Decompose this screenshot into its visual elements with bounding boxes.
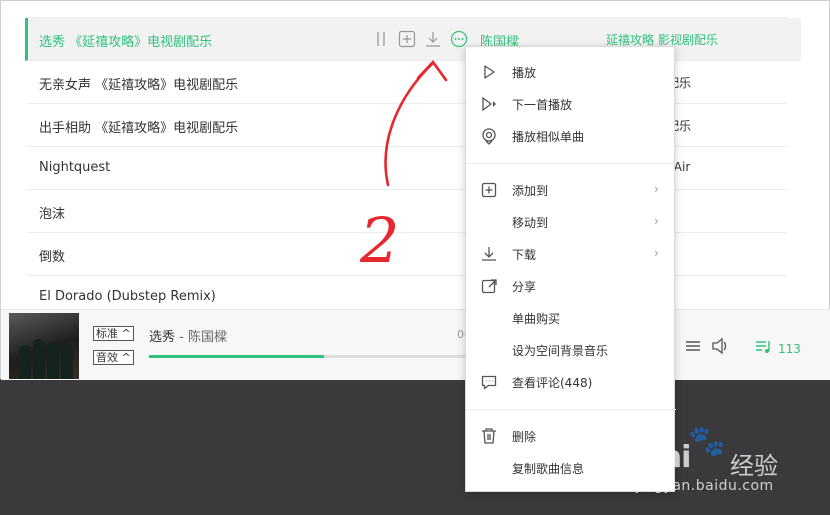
menu-item[interactable]: 查看评论(448) [466, 366, 676, 398]
menu-item-label: 分享 [512, 280, 537, 294]
watermark-url: jingyan.baidu.com [636, 478, 774, 494]
menu-divider [466, 163, 676, 164]
menu-item-label: 查看评论(448) [512, 376, 593, 390]
menu-item[interactable]: 设为空间背景音乐 [466, 334, 676, 366]
chevron-right-icon: › [654, 182, 659, 196]
menu-item[interactable]: 播放相似单曲 [466, 120, 676, 152]
menu-item[interactable]: 分享 [466, 270, 676, 302]
paw-icon: 🐾 [688, 424, 726, 459]
menu-item[interactable]: 移动到 › [466, 206, 676, 238]
menu-item-label: 添加到 [512, 184, 549, 198]
menu-item-label: 下一首播放 [512, 98, 573, 112]
menu-item-label: 设为空间背景音乐 [512, 344, 609, 358]
menu-item-label: 移动到 [512, 216, 549, 230]
menu-item-label: 复制歌曲信息 [512, 462, 585, 476]
annotation-number: 2 [359, 204, 399, 277]
chevron-right-icon: › [654, 246, 659, 260]
menu-item[interactable]: 播放 [466, 56, 676, 88]
menu-item-label: 播放 [512, 66, 537, 80]
annotation-arrow [384, 59, 448, 187]
watermark-suffix: 经验 [730, 452, 778, 480]
share-icon [480, 277, 498, 295]
chevron-right-icon: › [654, 214, 659, 228]
watermark-brand: Bai [640, 440, 691, 475]
context-menu: 播放下一首播放播放相似单曲 添加到 › 移动到 › 下载 › 分享单曲购买设为空间背景音乐 查看… [465, 46, 676, 492]
menu-item-label: 删除 [512, 430, 537, 444]
menu-item[interactable]: 单曲购买 [466, 302, 676, 334]
menu-item[interactable]: 下载 › [466, 238, 676, 270]
play-icon [480, 63, 498, 81]
menu-item-label: 下载 [512, 248, 537, 262]
similar-icon [480, 127, 498, 145]
delete-icon [480, 427, 498, 445]
download-icon [480, 245, 498, 263]
menu-item-label: 单曲购买 [512, 312, 561, 326]
play-next-icon [480, 95, 498, 113]
menu-divider [466, 409, 676, 410]
add-icon [480, 181, 498, 199]
menu-item[interactable]: 下一首播放 [466, 88, 676, 120]
comment-icon [480, 373, 498, 391]
menu-item-label: 播放相似单曲 [512, 130, 585, 144]
menu-item[interactable]: 添加到 › [466, 174, 676, 206]
